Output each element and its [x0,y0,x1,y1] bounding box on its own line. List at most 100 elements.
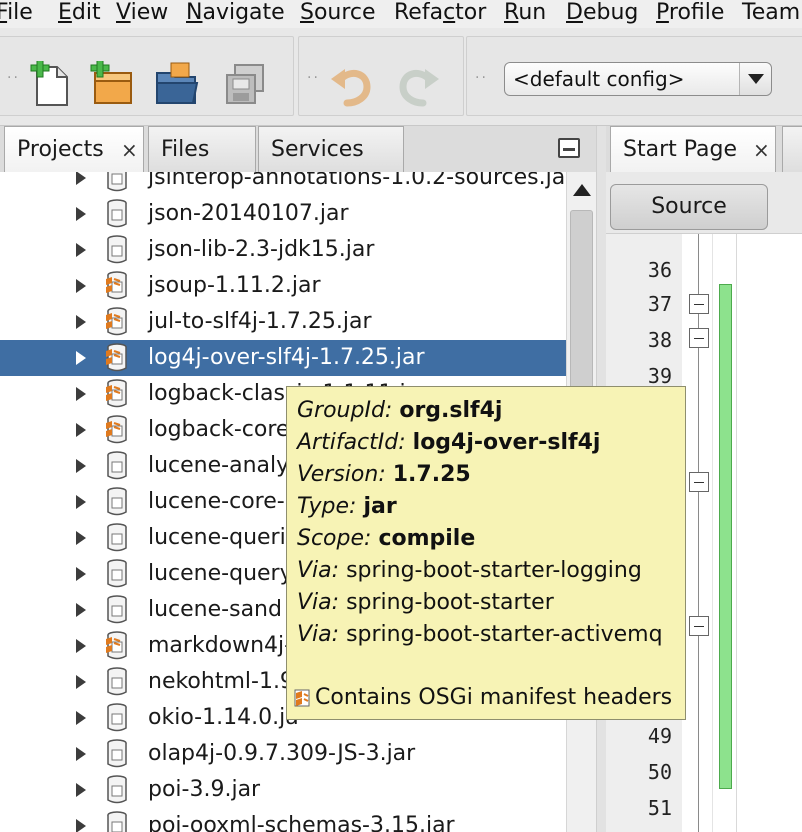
menu-source[interactable]: Source [300,0,376,28]
expand-arrow-icon[interactable] [76,819,86,832]
source-view-button[interactable]: Source [610,184,768,230]
undo-icon[interactable] [327,61,375,109]
expand-arrow-icon[interactable] [76,567,86,581]
expand-arrow-icon[interactable] [76,675,86,689]
menu-view[interactable]: View [116,0,168,28]
jar-icon [107,667,127,696]
expand-arrow-icon[interactable] [76,495,86,509]
osgi-jar-icon [106,631,127,660]
expand-arrow-icon[interactable] [76,603,86,617]
jar-icon [107,487,127,516]
menu-profile[interactable]: Profile [656,0,724,28]
menu-file[interactable]: File [0,0,33,28]
jar-icon [107,595,127,624]
tooltip-value: 1.7.25 [392,462,471,487]
tab-start-page[interactable]: Start Page × [610,126,776,172]
expand-arrow-icon[interactable] [76,351,86,365]
tree-row[interactable]: json-lib-2.3-jdk15.jar [0,232,566,268]
change-marker-column [712,234,736,832]
tree-row-label: lucene-sand [148,597,282,622]
tooltip-key: GroupId: [297,398,393,423]
save-all-icon[interactable] [221,61,269,109]
toolbar-grip[interactable]: ·· [475,71,489,85]
jar-icon [107,172,127,192]
fold-collapse-icon[interactable] [689,328,709,348]
expand-arrow-icon[interactable] [76,783,86,797]
tab-more[interactable] [782,126,802,172]
expand-arrow-icon[interactable] [76,711,86,725]
menu-navigate[interactable]: Navigate [186,0,285,28]
fold-collapse-icon[interactable] [689,616,709,636]
tooltip-value: jar [363,494,397,519]
tab-services[interactable]: Services [258,126,404,172]
tree-row-label: lucene-analy [148,453,290,478]
toolbar-grip[interactable]: ·· [7,71,21,85]
redo-icon[interactable] [395,61,443,109]
fold-column [682,234,712,832]
tab-start-page-label: Start Page [623,137,737,162]
new-project-icon[interactable] [89,61,137,109]
tree-row[interactable]: olap4j-0.9.7.309-JS-3.jar [0,736,566,772]
menu-refactor[interactable]: Refactor [394,0,486,28]
line-number: 36 [647,258,672,282]
tooltip-key: Type: [297,494,357,519]
tooltip-key: Via: [297,622,340,647]
tooltip-value: spring-boot-starter-activemq [346,622,663,647]
line-number: 49 [647,724,672,748]
jar-icon [107,523,127,552]
expand-arrow-icon[interactable] [76,243,86,257]
tree-row-label: nekohtml-1.9 [148,669,294,694]
osgi-icon [294,689,310,707]
jar-icon [107,559,127,588]
expand-arrow-icon[interactable] [76,387,86,401]
osgi-jar-icon [106,271,127,300]
tab-projects[interactable]: Projects × [4,126,144,172]
menu-team[interactable]: Team [742,0,800,28]
tooltip-line: Version: 1.7.25 [297,459,471,491]
open-project-icon[interactable] [153,61,201,109]
code-area[interactable] [736,234,802,832]
tree-row[interactable]: poi-3.9.jar [0,772,566,808]
config-combo-value: <default config> [513,67,685,91]
tooltip-line: Scope: compile [297,523,475,555]
tree-row[interactable]: json-20140107.jar [0,196,566,232]
tooltip-key: Scope: [297,526,372,551]
toolbar-grip[interactable]: ·· [307,71,321,85]
tree-row[interactable]: jsoup-1.11.2.jar [0,268,566,304]
expand-arrow-icon[interactable] [76,172,86,185]
osgi-jar-icon [106,343,127,372]
chevron-down-icon [748,74,764,84]
jar-icon [107,703,127,732]
menu-debug[interactable]: Debug [566,0,638,28]
expand-arrow-icon[interactable] [76,423,86,437]
tree-row[interactable]: poi-ooxml-schemas-3.15.jar [0,808,566,832]
jar-icon [107,739,127,768]
expand-arrow-icon[interactable] [76,747,86,761]
close-icon[interactable]: × [121,127,138,173]
tooltip-key: ArtifactId: [297,430,406,455]
expand-arrow-icon[interactable] [76,531,86,545]
close-icon[interactable]: × [753,127,770,173]
config-combo-arrow[interactable] [739,63,771,95]
fold-collapse-icon[interactable] [689,294,709,314]
expand-arrow-icon[interactable] [76,279,86,293]
scroll-up-arrow[interactable] [573,184,591,196]
tree-row[interactable]: jul-to-slf4j-1.7.25.jar [0,304,566,340]
expand-arrow-icon[interactable] [76,639,86,653]
expand-arrow-icon[interactable] [76,207,86,221]
tree-row-label: poi-3.9.jar [148,777,261,802]
expand-arrow-icon[interactable] [76,315,86,329]
menu-edit[interactable]: Edit [58,0,101,28]
tree-row[interactable]: jsinterop-annotations-1.0.2-sources.jar [0,172,566,196]
menu-run[interactable]: Run [504,0,546,28]
added-lines-marker[interactable] [719,284,732,789]
fold-collapse-icon[interactable] [689,472,709,492]
minimize-window-icon[interactable] [558,138,580,158]
tree-row[interactable]: log4j-over-slf4j-1.7.25.jar [0,340,566,376]
tooltip-key: Via: [297,590,340,615]
config-combo[interactable]: <default config> [504,62,772,96]
tab-files[interactable]: Files [148,126,256,172]
jar-icon [107,775,127,804]
new-file-icon[interactable] [27,61,75,109]
expand-arrow-icon[interactable] [76,459,86,473]
